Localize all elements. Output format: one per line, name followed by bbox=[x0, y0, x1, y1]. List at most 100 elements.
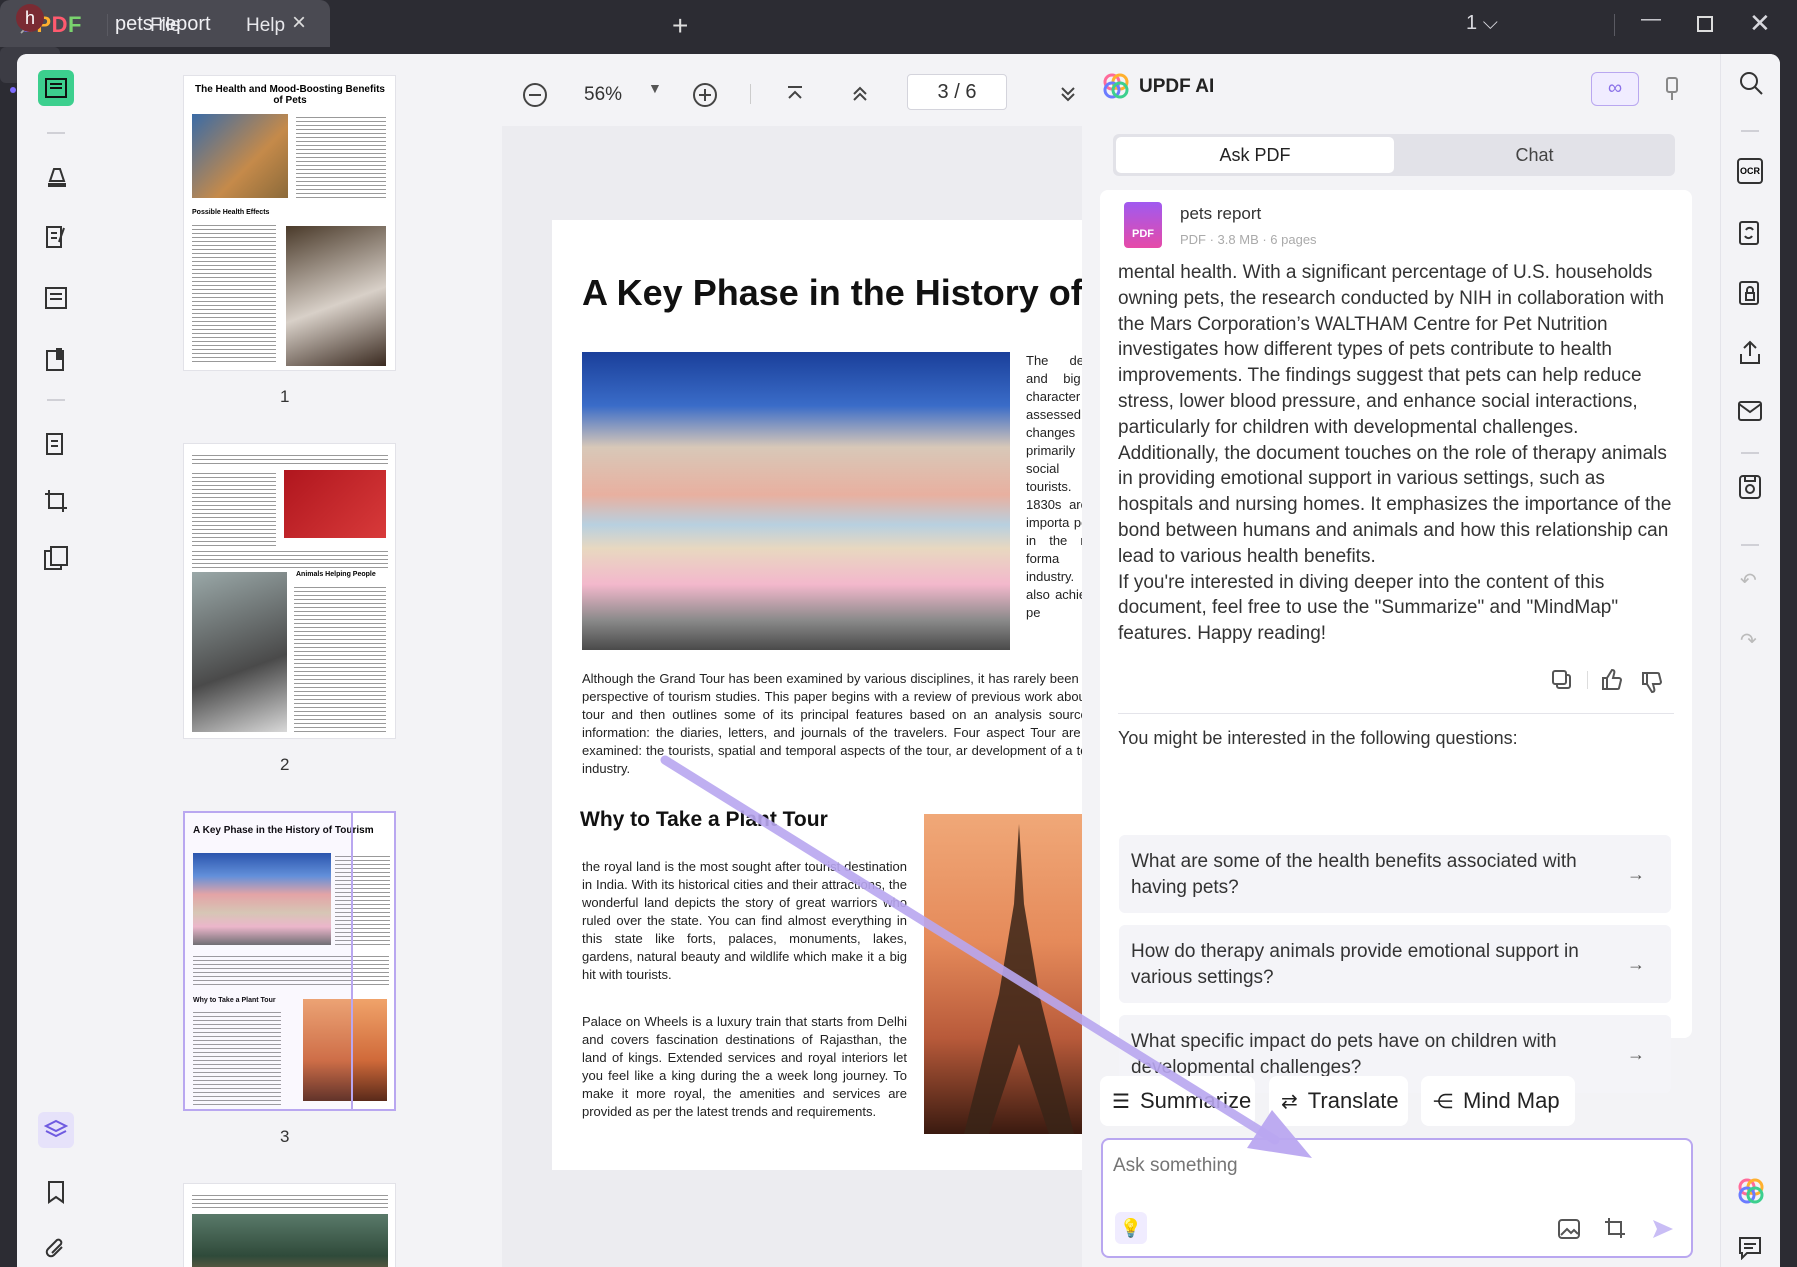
search-icon[interactable] bbox=[1738, 70, 1764, 96]
organize-pages-icon[interactable] bbox=[38, 280, 74, 316]
divider bbox=[1118, 713, 1674, 714]
comment-icon[interactable] bbox=[1738, 1236, 1762, 1260]
arrow-right-icon: → bbox=[1627, 864, 1645, 884]
answer-card: mental health. With a significant percen… bbox=[1100, 260, 1692, 1038]
ocr-icon[interactable]: OCR bbox=[1737, 158, 1763, 184]
convert-file-icon[interactable] bbox=[1738, 218, 1762, 246]
save-icon[interactable] bbox=[1738, 474, 1762, 500]
edit-pdf-icon[interactable] bbox=[38, 219, 74, 255]
viewport-indicator bbox=[185, 813, 353, 1109]
ai-assistant-panel: UPDF AI ∞ Ask PDF Chat PDF pets report P… bbox=[1082, 54, 1720, 1267]
tab-ask-pdf[interactable]: Ask PDF bbox=[1116, 137, 1394, 173]
document-viewer: 56% ▼ 3 / 6 A Key Phase in the History o… bbox=[502, 54, 1112, 1267]
redo-icon[interactable]: ↷ bbox=[1740, 628, 1757, 653]
divider bbox=[1741, 130, 1759, 132]
arrow-right-icon: → bbox=[1627, 954, 1645, 974]
minimize-icon[interactable]: — bbox=[1641, 8, 1661, 31]
layers-icon[interactable] bbox=[38, 1112, 74, 1148]
maximize-icon[interactable] bbox=[1697, 16, 1713, 32]
new-tab-icon[interactable]: + bbox=[672, 10, 688, 42]
undo-icon[interactable]: ↶ bbox=[1740, 568, 1757, 593]
divider bbox=[1741, 452, 1759, 454]
page-input[interactable]: 3 / 6 bbox=[907, 74, 1007, 110]
suggestions-title: You might be interested in the following… bbox=[1118, 728, 1518, 748]
page-thumbnail-4[interactable] bbox=[183, 1183, 396, 1267]
ask-input-box[interactable]: 💡 bbox=[1101, 1138, 1693, 1258]
translate-button[interactable]: ⇄ Translate bbox=[1269, 1076, 1408, 1126]
chevron-down-icon: ⌵ bbox=[1482, 12, 1498, 34]
cat-flowers-image bbox=[192, 572, 287, 732]
ask-input[interactable] bbox=[1113, 1148, 1673, 1184]
ai-panel-title: UPDF AI bbox=[1139, 76, 1215, 97]
close-window-icon[interactable]: ✕ bbox=[1749, 8, 1771, 39]
title-bar: UPDF File Help pets report × + 1 ⌵ h — ✕ bbox=[0, 0, 1797, 83]
tab-chat[interactable]: Chat bbox=[1397, 137, 1672, 173]
list-icon: ☰ bbox=[1112, 1090, 1130, 1113]
text-block bbox=[296, 114, 386, 198]
pdf-file-icon: PDF bbox=[1124, 202, 1162, 248]
thumbs-up-icon[interactable] bbox=[1600, 668, 1624, 692]
divider bbox=[1614, 14, 1615, 36]
page-count-badge[interactable]: 1 ⌵ bbox=[1466, 12, 1498, 35]
suggested-question[interactable]: How do therapy animals provide emotional… bbox=[1119, 925, 1671, 1003]
updf-ai-icon[interactable] bbox=[1737, 1177, 1765, 1205]
divider bbox=[47, 399, 65, 401]
first-page-icon[interactable] bbox=[785, 84, 805, 104]
file-meta: PDF · 3.8 MB · 6 pages bbox=[1180, 232, 1317, 247]
divider bbox=[1741, 544, 1759, 546]
protect-file-icon[interactable] bbox=[1738, 278, 1762, 306]
page-number: 2 bbox=[280, 755, 290, 774]
reader-mode-icon[interactable] bbox=[38, 70, 74, 106]
next-page-icon[interactable] bbox=[1058, 84, 1078, 104]
zoom-out-icon[interactable] bbox=[522, 82, 548, 108]
lake-image bbox=[192, 1214, 388, 1267]
attachment-icon[interactable] bbox=[38, 1231, 74, 1267]
crop-icon[interactable] bbox=[38, 483, 74, 519]
mind-map-button[interactable]: ⋲ Mind Map bbox=[1421, 1076, 1575, 1126]
suggested-question[interactable]: What are some of the health benefits ass… bbox=[1119, 835, 1671, 913]
lightbulb-icon[interactable]: 💡 bbox=[1115, 1212, 1147, 1244]
zoom-dropdown-icon[interactable]: ▼ bbox=[648, 80, 662, 96]
divider bbox=[750, 84, 751, 104]
image-upload-icon[interactable] bbox=[1557, 1218, 1581, 1240]
bookmark-icon[interactable] bbox=[38, 1174, 74, 1210]
text-block bbox=[192, 452, 388, 466]
mode-tabs: Ask PDF Chat bbox=[1113, 134, 1675, 176]
thumbs-down-icon[interactable] bbox=[1640, 670, 1664, 694]
send-icon[interactable] bbox=[1651, 1218, 1675, 1240]
paragraph: Palace on Wheels is a luxury train that … bbox=[582, 1014, 907, 1119]
page-thumbnail-2[interactable]: Animals Helping People bbox=[183, 443, 396, 739]
arrow-right-icon: → bbox=[1627, 1044, 1645, 1064]
highlighter-icon[interactable] bbox=[38, 158, 74, 194]
zoom-level[interactable]: 56% bbox=[584, 84, 622, 106]
zoom-in-icon[interactable] bbox=[692, 82, 718, 108]
file-name: pets report bbox=[1180, 204, 1262, 223]
summarize-button[interactable]: ☰ Summarize bbox=[1100, 1076, 1255, 1126]
page-thumbnail-1[interactable]: The Health and Mood-Boosting Benefits of… bbox=[183, 75, 396, 371]
subheading: Why to Take a Plant Tour bbox=[580, 808, 828, 831]
viewer-toolbar: 56% ▼ 3 / 6 bbox=[502, 54, 1082, 126]
page-thumbnail-3[interactable]: A Key Phase in the History of Tourism Wh… bbox=[183, 811, 396, 1111]
convert-icon[interactable] bbox=[38, 426, 74, 462]
page-tools-icon[interactable] bbox=[38, 540, 74, 576]
text-block bbox=[192, 1192, 388, 1210]
menu-help[interactable]: Help bbox=[246, 15, 285, 37]
divider bbox=[47, 132, 65, 134]
screenshot-crop-icon[interactable] bbox=[1603, 1216, 1627, 1240]
status-dot bbox=[10, 87, 16, 93]
fill-sign-icon[interactable] bbox=[38, 341, 74, 377]
close-tab-icon[interactable]: × bbox=[292, 9, 306, 37]
copy-icon[interactable] bbox=[1551, 669, 1573, 691]
left-toolbar bbox=[17, 54, 102, 1267]
page-number: 1 bbox=[280, 387, 290, 406]
pin-icon[interactable] bbox=[1663, 76, 1681, 102]
updf-ai-logo-icon bbox=[1103, 73, 1129, 99]
divider bbox=[107, 14, 108, 36]
previous-page-icon[interactable] bbox=[850, 84, 870, 104]
paragraph: Although the Grand Tour has been examine… bbox=[582, 671, 1112, 776]
document-heading: A Key Phase in the History of To bbox=[582, 272, 1112, 313]
share-icon[interactable] bbox=[1738, 340, 1762, 366]
email-icon[interactable] bbox=[1737, 400, 1763, 422]
infinity-icon[interactable]: ∞ bbox=[1591, 72, 1639, 106]
tab-title: pets report bbox=[115, 13, 211, 35]
